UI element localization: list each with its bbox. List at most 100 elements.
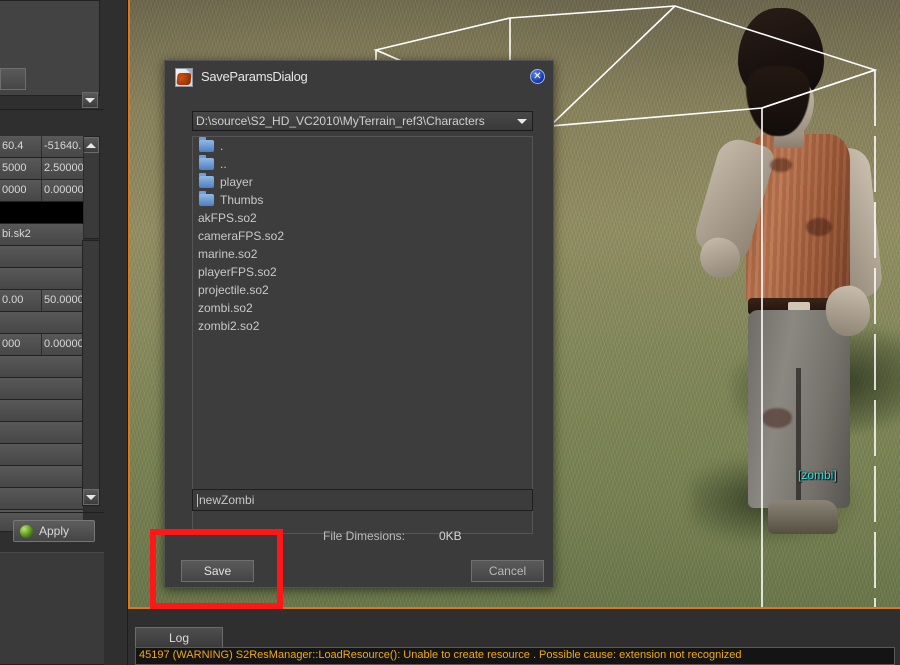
panel-divider-2 bbox=[0, 512, 104, 513]
list-item-label: player bbox=[220, 175, 253, 189]
log-panel: Log 45197 (WARNING) S2ResManager::LoadRe… bbox=[128, 609, 900, 665]
grid-cell[interactable]: -51640. bbox=[42, 136, 84, 157]
log-output[interactable]: 45197 (WARNING) S2ResManager::LoadResour… bbox=[135, 647, 895, 665]
list-item[interactable]: projectile.so2 bbox=[193, 281, 532, 299]
table-row[interactable]: 60.4 -51640. bbox=[0, 136, 84, 158]
panel-lower-block bbox=[0, 552, 104, 665]
tab-strip bbox=[223, 627, 895, 648]
path-dropdown-value: D:\source\S2_HD_VC2010\MyTerrain_ref3\Ch… bbox=[196, 114, 485, 128]
filename-input[interactable]: newZombi bbox=[192, 489, 533, 511]
s2-logo-glyph bbox=[176, 73, 192, 85]
table-row[interactable] bbox=[0, 356, 84, 378]
grid-cell[interactable]: 2.50000 bbox=[42, 158, 84, 179]
grid-cell[interactable] bbox=[0, 356, 84, 377]
grid-cell[interactable]: 5000 bbox=[0, 158, 42, 179]
cancel-button[interactable]: Cancel bbox=[471, 560, 544, 582]
file-dimensions-value: 0KB bbox=[439, 529, 462, 543]
grid-cell[interactable] bbox=[0, 246, 84, 267]
list-item[interactable]: Thumbs bbox=[193, 191, 532, 209]
apply-button-label: Apply bbox=[39, 524, 70, 538]
list-item[interactable]: akFPS.so2 bbox=[193, 209, 532, 227]
properties-scrollbar-lower[interactable] bbox=[82, 240, 100, 506]
save-params-dialog[interactable]: SaveParamsDialog ✕ D:\source\S2_HD_VC201… bbox=[164, 60, 554, 588]
list-item[interactable]: .. bbox=[193, 155, 532, 173]
arrow-down-icon bbox=[85, 97, 95, 103]
grid-cell[interactable] bbox=[0, 378, 84, 399]
panel-divider-1 bbox=[0, 109, 104, 110]
grid-cell[interactable]: 0000 bbox=[0, 180, 42, 201]
table-row[interactable]: 0.00 50.0000 bbox=[0, 290, 84, 312]
grid-cell[interactable] bbox=[0, 422, 84, 443]
properties-small-field[interactable] bbox=[0, 68, 26, 90]
scroll-down-button-top[interactable] bbox=[82, 92, 98, 108]
path-dropdown[interactable]: D:\source\S2_HD_VC2010\MyTerrain_ref3\Ch… bbox=[192, 111, 533, 131]
grid-cell[interactable] bbox=[0, 268, 84, 289]
apply-button[interactable]: Apply bbox=[13, 520, 95, 542]
grid-cell[interactable]: 0.00000 bbox=[42, 334, 84, 355]
grid-cell[interactable]: 50.0000 bbox=[42, 290, 84, 311]
scroll-up-button[interactable] bbox=[83, 137, 99, 153]
table-row[interactable] bbox=[0, 312, 84, 334]
grid-cell[interactable] bbox=[0, 400, 84, 421]
list-item-label: projectile.so2 bbox=[198, 283, 269, 297]
list-item[interactable]: marine.so2 bbox=[193, 245, 532, 263]
table-row[interactable] bbox=[0, 466, 84, 488]
list-item-label: marine.so2 bbox=[198, 247, 258, 261]
list-item[interactable]: zombi2.so2 bbox=[193, 317, 532, 335]
tab-log[interactable]: Log bbox=[135, 627, 223, 648]
scroll-down-button[interactable] bbox=[83, 489, 99, 505]
arrow-up-icon bbox=[86, 142, 96, 148]
character-stain-1 bbox=[770, 158, 792, 172]
table-row[interactable]: 0000 0.00000 bbox=[0, 180, 84, 202]
table-row[interactable]: bi.sk2 bbox=[0, 224, 84, 246]
character-stain-2 bbox=[806, 218, 832, 236]
table-row[interactable]: 5000 2.50000 bbox=[0, 158, 84, 180]
list-item-label: .. bbox=[220, 157, 227, 171]
list-item[interactable]: cameraFPS.so2 bbox=[193, 227, 532, 245]
table-row[interactable]: 000 0.00000 bbox=[0, 334, 84, 356]
table-row[interactable] bbox=[0, 268, 84, 290]
folder-icon bbox=[199, 191, 214, 206]
file-browser-list[interactable]: . .. player Thumbs akFPS.so2 cameraFPS.s… bbox=[192, 136, 533, 534]
list-item[interactable]: zombi.so2 bbox=[193, 299, 532, 317]
character-shoe bbox=[768, 500, 838, 534]
green-sphere-icon bbox=[20, 524, 33, 538]
table-row[interactable] bbox=[0, 400, 84, 422]
list-item-label: zombi2.so2 bbox=[198, 319, 260, 333]
text-caret bbox=[197, 493, 198, 507]
dialog-title: SaveParamsDialog bbox=[201, 69, 308, 84]
folder-icon bbox=[199, 173, 214, 188]
table-row[interactable] bbox=[0, 378, 84, 400]
grid-cell[interactable]: 0.00 bbox=[0, 290, 42, 311]
annotation-highlight-rectangle bbox=[150, 529, 283, 609]
list-item-label: . bbox=[220, 139, 224, 153]
grid-cell[interactable] bbox=[0, 466, 84, 487]
grid-cell[interactable]: 60.4 bbox=[0, 136, 42, 157]
folder-icon bbox=[199, 155, 214, 170]
s2-document-icon bbox=[175, 68, 193, 87]
grid-cell[interactable] bbox=[0, 312, 84, 333]
table-row[interactable] bbox=[0, 246, 84, 268]
list-item[interactable]: playerFPS.so2 bbox=[193, 263, 532, 281]
dialog-title-bar[interactable]: SaveParamsDialog ✕ bbox=[165, 61, 553, 94]
chevron-down-icon[interactable] bbox=[512, 118, 532, 124]
left-properties-panel: 60.4 -51640. 5000 2.50000 0000 0.00000 b… bbox=[0, 0, 128, 665]
properties-scrollbar-upper[interactable] bbox=[82, 136, 100, 239]
property-grid[interactable]: 60.4 -51640. 5000 2.50000 0000 0.00000 b… bbox=[0, 136, 84, 532]
grid-cell[interactable] bbox=[0, 444, 84, 465]
close-icon[interactable]: ✕ bbox=[530, 69, 545, 84]
grid-cell[interactable]: 000 bbox=[0, 334, 42, 355]
arrow-down-icon bbox=[86, 494, 96, 500]
table-row[interactable] bbox=[0, 422, 84, 444]
grid-cell[interactable] bbox=[0, 488, 84, 509]
list-item-label: zombi.so2 bbox=[198, 301, 253, 315]
grid-cell-filename[interactable]: bi.sk2 bbox=[0, 224, 84, 245]
grid-cell[interactable]: 0.00000 bbox=[42, 180, 84, 201]
list-item[interactable]: . bbox=[193, 137, 532, 155]
table-row[interactable] bbox=[0, 444, 84, 466]
zombie-character-model[interactable] bbox=[690, 8, 900, 568]
table-row[interactable] bbox=[0, 202, 84, 224]
list-item[interactable]: player bbox=[193, 173, 532, 191]
table-row[interactable] bbox=[0, 488, 84, 510]
grid-cell-highlight[interactable] bbox=[0, 202, 84, 223]
